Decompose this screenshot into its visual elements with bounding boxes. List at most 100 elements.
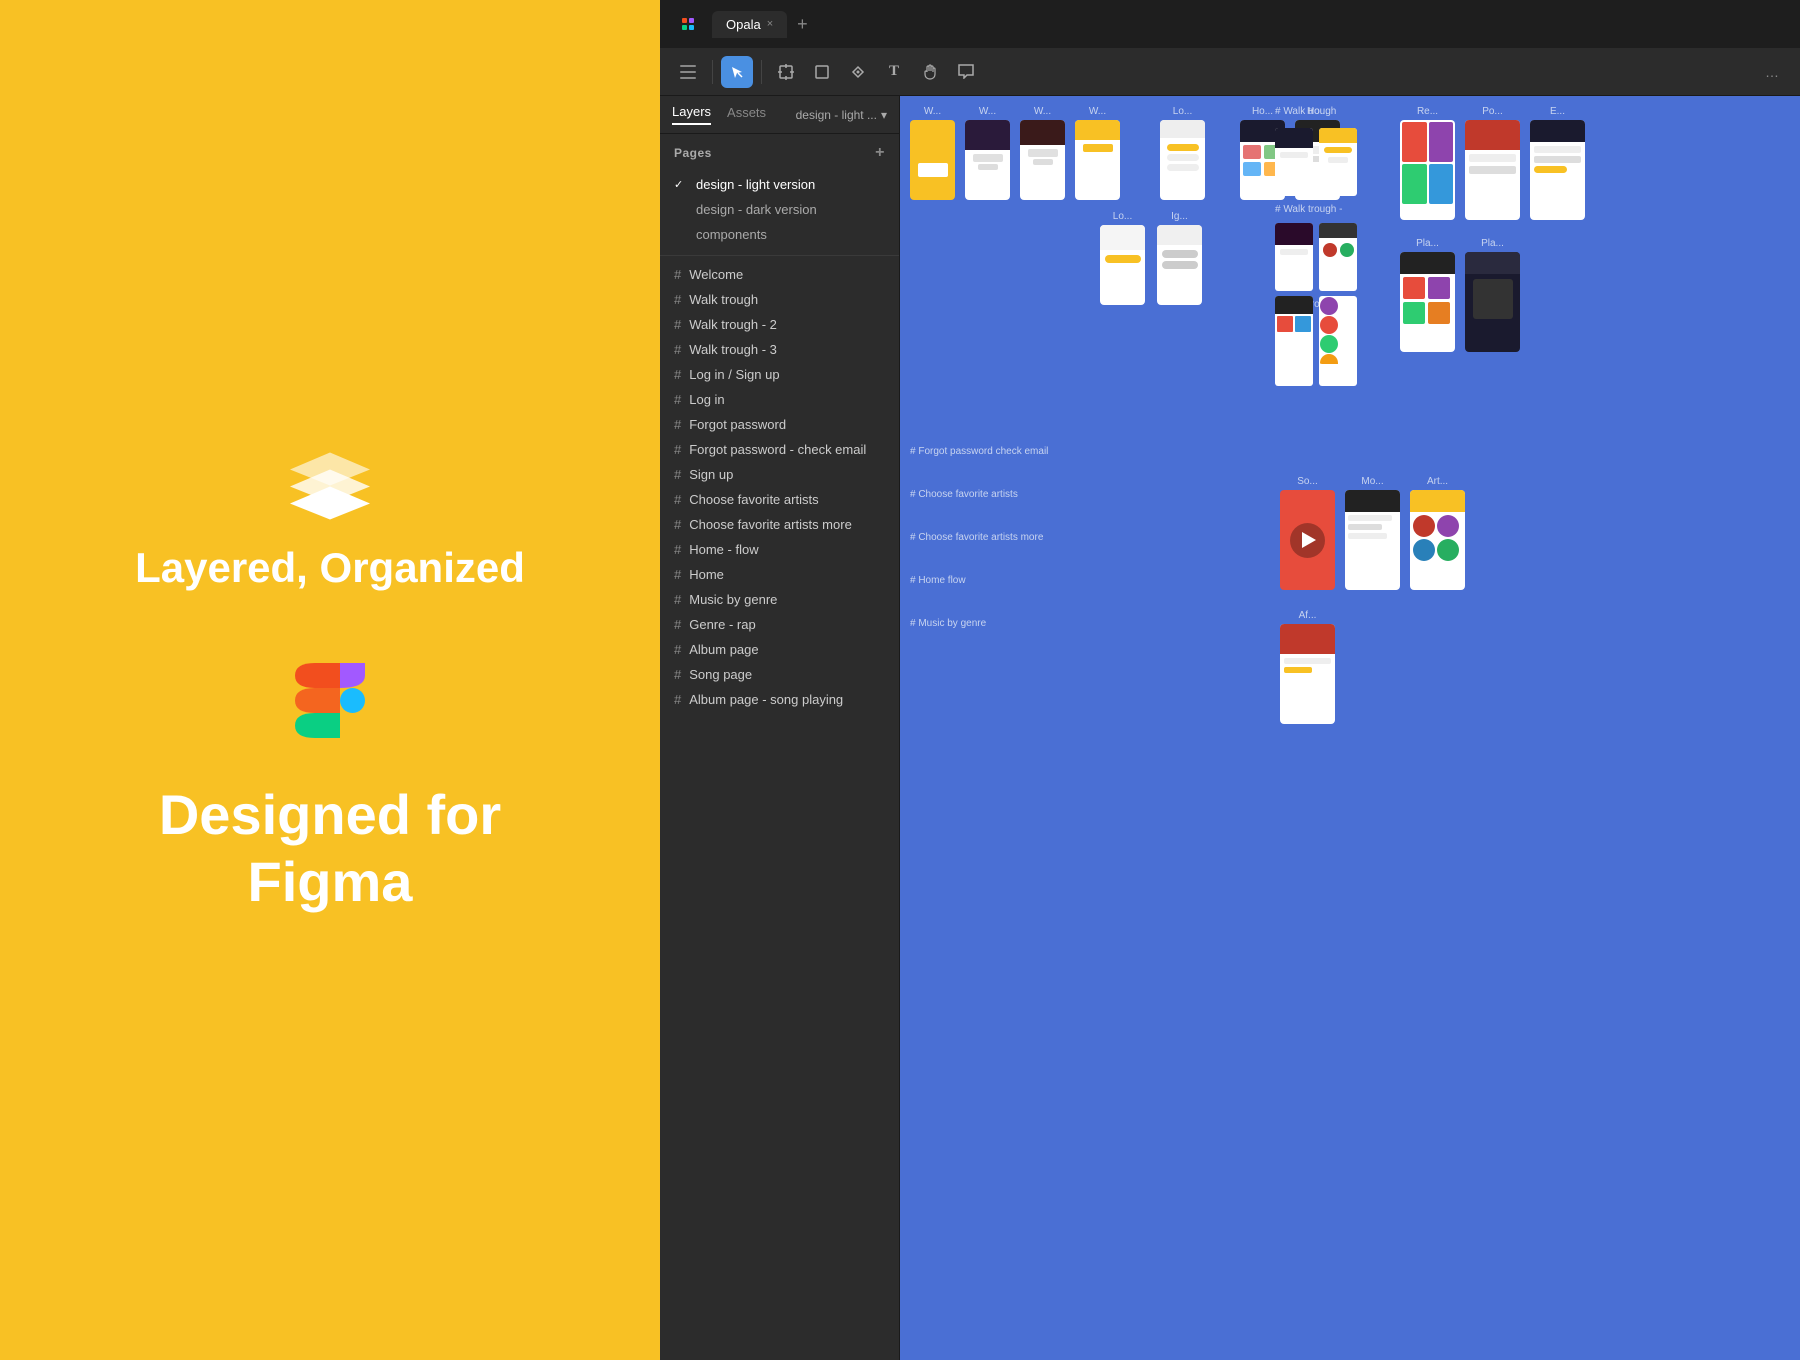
- layer-hash-icon: #: [674, 417, 681, 432]
- layer-hash-icon: #: [674, 292, 681, 307]
- layer-name: Home: [689, 567, 885, 582]
- layer-name: Log in: [689, 392, 885, 407]
- layer-hash-icon: #: [674, 667, 681, 682]
- layer-hash-icon: #: [674, 617, 681, 632]
- layer-forgot-password-check[interactable]: # Forgot password - check email: [660, 437, 899, 462]
- shape-tool-button[interactable]: [806, 56, 838, 88]
- layer-hash-icon: #: [674, 692, 681, 707]
- layer-name: Forgot password - check email: [689, 442, 885, 457]
- layer-hash-icon: #: [674, 467, 681, 482]
- tab-assets[interactable]: Assets: [727, 105, 766, 124]
- pen-tool-button[interactable]: [842, 56, 874, 88]
- layer-name: Choose favorite artists more: [689, 517, 885, 532]
- page-item-label: components: [696, 227, 767, 242]
- text-tool-button[interactable]: T: [878, 56, 910, 88]
- main-area: Layers Assets design - light ... ▾ Pages…: [660, 96, 1800, 1360]
- frame-group-re: Re...: [1400, 106, 1455, 220]
- figma-menu-icon[interactable]: [672, 8, 704, 40]
- layer-music-by-genre[interactable]: # Music by genre: [660, 587, 899, 612]
- layer-walk-trough[interactable]: # Walk trough: [660, 287, 899, 312]
- layer-hash-icon: #: [674, 642, 681, 657]
- hand-tool-button[interactable]: [914, 56, 946, 88]
- frame-group-login: Lo...: [1160, 106, 1205, 200]
- frame-group-art: Art...: [1410, 476, 1465, 590]
- layer-forgot-password[interactable]: # Forgot password: [660, 412, 899, 437]
- canvas[interactable]: W... W... W...: [900, 96, 1800, 1360]
- layer-walk-trough-3[interactable]: # Walk trough - 3: [660, 337, 899, 362]
- design-mode-button[interactable]: design - light ... ▾: [796, 108, 887, 122]
- frame-group-e: [1530, 120, 1585, 220]
- tab-layers[interactable]: Layers: [672, 104, 711, 125]
- top-bar: Opala × +: [660, 0, 1800, 48]
- layer-home[interactable]: # Home: [660, 562, 899, 587]
- layer-hash-icon: #: [674, 542, 681, 557]
- pages-header: Pages +: [660, 134, 899, 168]
- layer-album-page[interactable]: # Album page: [660, 637, 899, 662]
- layer-walk-trough-2[interactable]: # Walk trough - 2: [660, 312, 899, 337]
- frame-tool-button[interactable]: [770, 56, 802, 88]
- layer-hash-icon: #: [674, 442, 681, 457]
- frame-group-welcome: W...: [910, 106, 955, 200]
- frame-group-af: Af...: [1280, 610, 1335, 724]
- left-promo-panel: Layered, Organized Designed for Figma: [0, 0, 660, 1360]
- layer-welcome[interactable]: # Welcome: [660, 262, 899, 287]
- layer-choose-artists[interactable]: # Choose favorite artists: [660, 487, 899, 512]
- frame-walk-c: [1275, 223, 1313, 291]
- layer-hash-icon: #: [674, 392, 681, 407]
- pages-list: ✓ design - light version ✓ design - dark…: [660, 168, 899, 256]
- layer-home-flow[interactable]: # Home - flow: [660, 537, 899, 562]
- layer-choose-artists-more[interactable]: # Choose favorite artists more: [660, 512, 899, 537]
- layer-name: Album page - song playing: [689, 692, 885, 707]
- layer-hash-icon: #: [674, 567, 681, 582]
- layer-album-song-playing[interactable]: # Album page - song playing: [660, 687, 899, 712]
- sidebar: Layers Assets design - light ... ▾ Pages…: [660, 96, 900, 1360]
- layer-name: Home - flow: [689, 542, 885, 557]
- overflow-menu-button[interactable]: …: [1756, 56, 1788, 88]
- page-item-label: design - dark version: [696, 202, 817, 217]
- frame-group-so: So...: [1280, 476, 1335, 590]
- layer-hash-icon: #: [674, 367, 681, 382]
- layer-login[interactable]: # Log in: [660, 387, 899, 412]
- layers-list: # Welcome # Walk trough # Walk trough - …: [660, 256, 899, 1360]
- layer-genre-rap[interactable]: # Genre - rap: [660, 612, 899, 637]
- frame-group-walk-1: W...: [965, 106, 1010, 200]
- layer-hash-icon: #: [674, 267, 681, 282]
- layer-song-page[interactable]: # Song page: [660, 662, 899, 687]
- frame-walk-d: [1319, 223, 1357, 291]
- menu-button[interactable]: [672, 56, 704, 88]
- frame-artist-screen: [1319, 296, 1357, 364]
- frame-group-signup: Ig...: [1157, 211, 1202, 305]
- tab-bar: Opala × +: [712, 11, 1788, 38]
- page-item-components[interactable]: ✓ components: [660, 222, 899, 247]
- layer-name: Album page: [689, 642, 885, 657]
- toolbar-divider-2: [761, 60, 762, 84]
- layer-name: Forgot password: [689, 417, 885, 432]
- add-page-button[interactable]: +: [875, 144, 885, 162]
- tab-opala[interactable]: Opala ×: [712, 11, 787, 38]
- layer-login-signup[interactable]: # Log in / Sign up: [660, 362, 899, 387]
- select-tool-button[interactable]: [721, 56, 753, 88]
- page-item-label: design - light version: [696, 177, 815, 192]
- page-item-design-light[interactable]: ✓ design - light version: [660, 172, 899, 197]
- tab-close-icon[interactable]: ×: [767, 18, 773, 30]
- layered-organized-title: Layered, Organized: [135, 543, 525, 593]
- comment-tool-button[interactable]: [950, 56, 982, 88]
- layer-signup[interactable]: # Sign up: [660, 462, 899, 487]
- layer-name: Walk trough - 3: [689, 342, 885, 357]
- tab-add-button[interactable]: +: [791, 14, 814, 35]
- layer-name: Walk trough - 2: [689, 317, 885, 332]
- figma-app-panel: Opala × +: [660, 0, 1800, 1360]
- page-item-design-dark[interactable]: ✓ design - dark version: [660, 197, 899, 222]
- frame-group-pla: Pla...: [1400, 238, 1455, 352]
- layer-name: Music by genre: [689, 592, 885, 607]
- frame-home-screen: [1275, 296, 1313, 364]
- layer-hash-icon: #: [674, 517, 681, 532]
- sidebar-tab-bar: Layers Assets design - light ... ▾: [660, 96, 899, 134]
- frame-walk-a: [1275, 128, 1313, 196]
- layer-name: Song page: [689, 667, 885, 682]
- toolbar: T …: [660, 48, 1800, 96]
- page-active-check-icon: ✓: [674, 178, 688, 191]
- layer-hash-icon: #: [674, 592, 681, 607]
- toolbar-right: …: [1756, 56, 1788, 88]
- layer-hash-icon: #: [674, 342, 681, 357]
